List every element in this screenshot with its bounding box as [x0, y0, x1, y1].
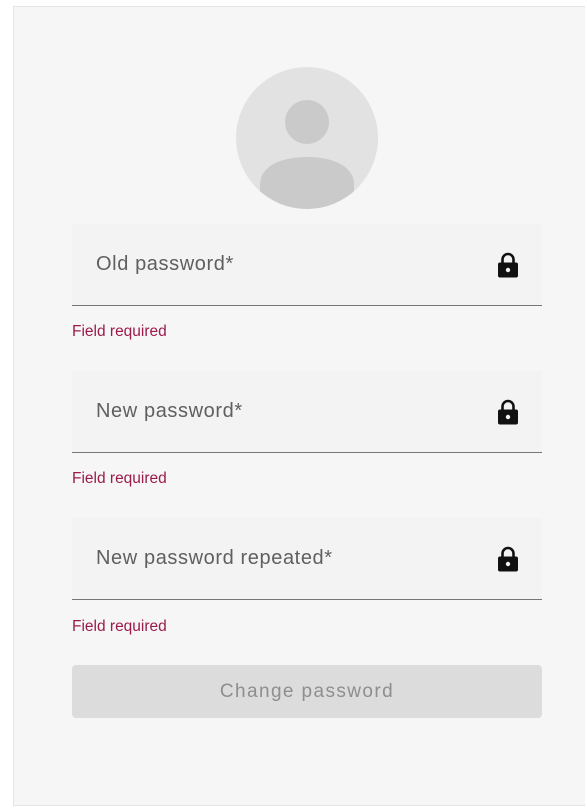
new-password-input[interactable] — [72, 371, 542, 452]
change-password-button[interactable]: Change password — [72, 665, 542, 718]
new-password-repeated-field[interactable] — [72, 518, 542, 600]
new-password-error: Field required — [72, 470, 167, 487]
avatar — [236, 67, 378, 209]
new-password-repeated-input[interactable] — [72, 518, 542, 599]
account-circle-icon — [260, 100, 354, 209]
old-password-input[interactable] — [72, 224, 542, 305]
lock-icon — [498, 252, 518, 278]
old-password-field[interactable] — [72, 224, 542, 306]
new-password-repeated-error: Field required — [72, 618, 167, 635]
new-password-field[interactable] — [72, 371, 542, 453]
lock-icon — [498, 546, 518, 572]
old-password-error: Field required — [72, 323, 167, 340]
lock-icon — [498, 399, 518, 425]
